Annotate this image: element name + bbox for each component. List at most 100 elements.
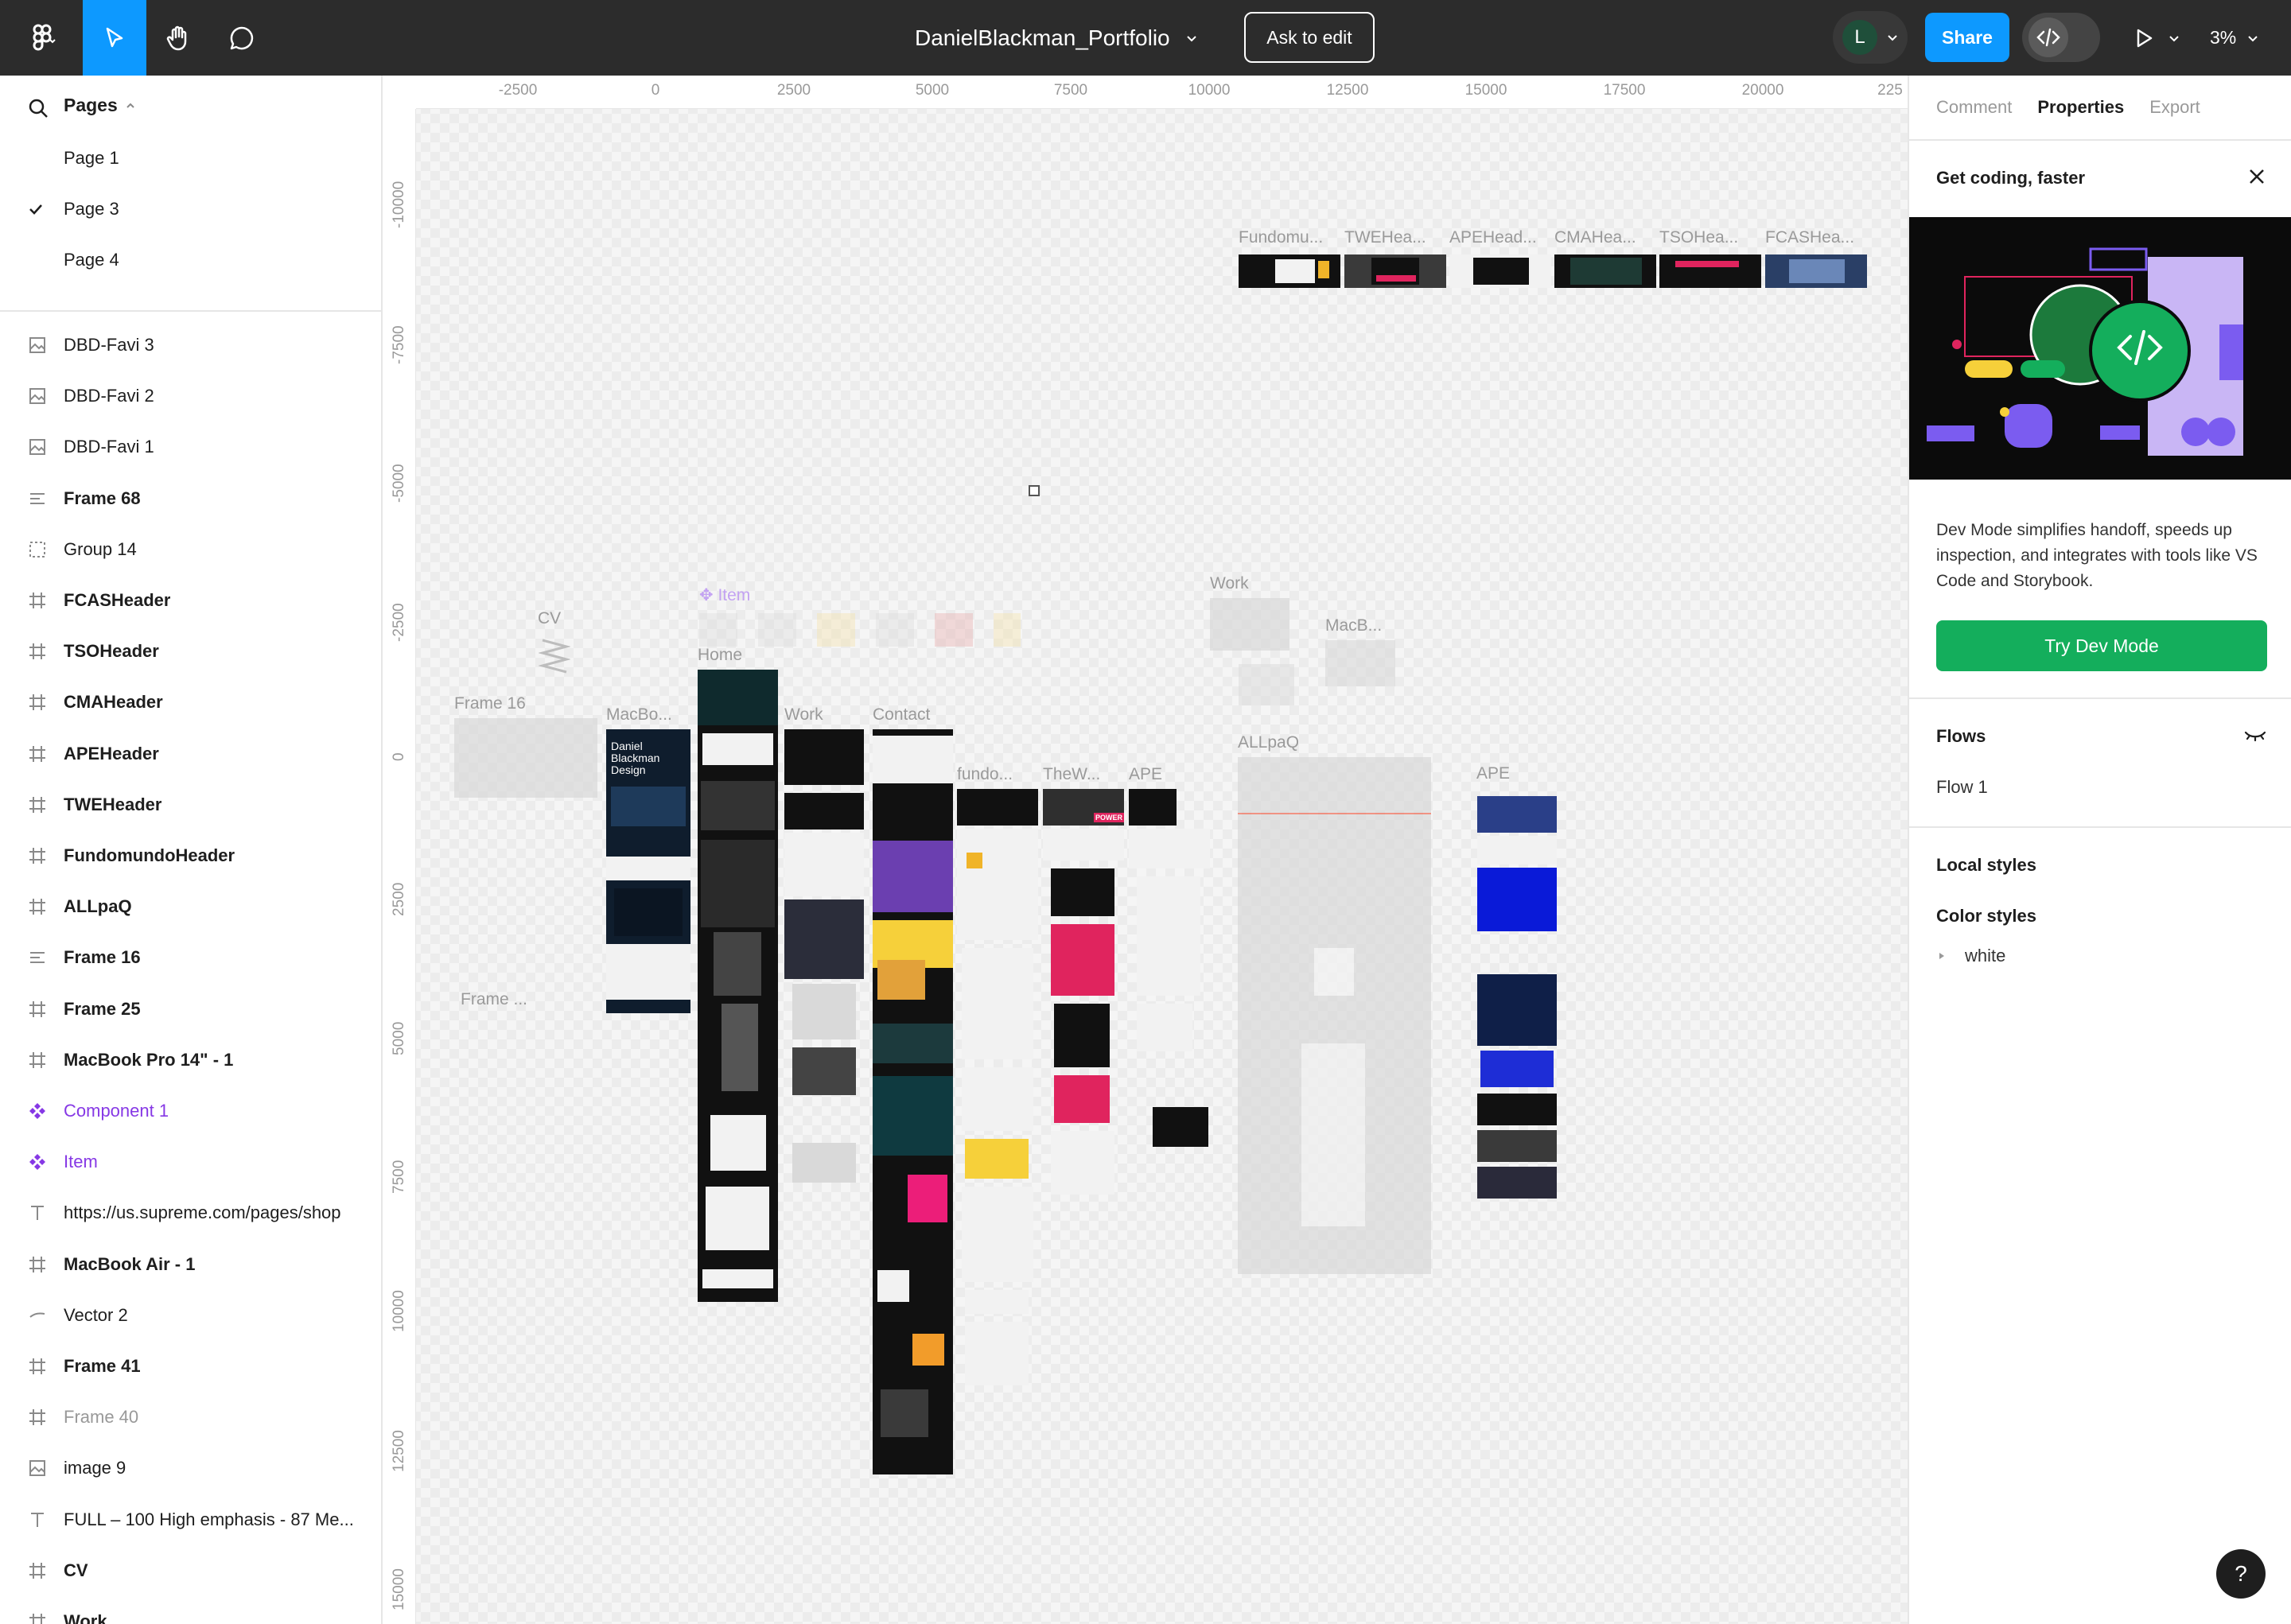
fundo-frame[interactable] xyxy=(957,789,1038,1393)
layer-item[interactable]: FCASHeader xyxy=(0,575,381,626)
frame-label[interactable]: APE xyxy=(1129,765,1162,784)
eye-closed-icon[interactable] xyxy=(2243,726,2267,745)
frame-label[interactable]: Work xyxy=(1210,574,1249,593)
frame-label[interactable]: CV xyxy=(538,609,561,628)
help-button[interactable]: ? xyxy=(2216,1549,2266,1599)
move-tool-button[interactable] xyxy=(83,0,146,76)
layer-item[interactable]: Frame 40 xyxy=(0,1392,381,1443)
small-frame[interactable] xyxy=(1239,664,1294,705)
layer-item[interactable]: DBD-Favi 1 xyxy=(0,422,381,472)
layer-item[interactable]: Frame 41 xyxy=(0,1341,381,1392)
macbook-frame[interactable]: Daniel Blackman Design xyxy=(606,729,690,1013)
thew-frame[interactable]: POWER xyxy=(1043,789,1124,1202)
layer-item[interactable]: DBD-Favi 2 xyxy=(0,371,381,422)
close-icon[interactable] xyxy=(2245,165,2269,188)
tab-export[interactable]: Export xyxy=(2149,97,2200,118)
frame-icon xyxy=(27,1407,48,1428)
tab-comment[interactable]: Comment xyxy=(1936,97,2012,118)
frame-label[interactable]: TSOHea... xyxy=(1659,228,1738,247)
frame-label[interactable]: fundo... xyxy=(957,765,1013,784)
layer-item[interactable]: MacBook Air - 1 xyxy=(0,1239,381,1290)
frame-label[interactable]: MacB... xyxy=(1325,616,1382,635)
cma-header-frame[interactable] xyxy=(1554,254,1656,288)
home-frame[interactable] xyxy=(698,670,778,1302)
ape1-frame[interactable] xyxy=(1129,789,1210,1147)
page-item[interactable]: Page 4 xyxy=(0,235,381,286)
layer-label: Item xyxy=(64,1152,98,1172)
frame-label[interactable]: ALLpaQ xyxy=(1238,733,1299,752)
frame-label[interactable]: TWEHea... xyxy=(1344,228,1426,247)
page-item[interactable]: Page 1 xyxy=(0,133,381,184)
ask-to-edit-button[interactable]: Ask to edit xyxy=(1244,12,1375,63)
frame-label[interactable]: Frame ... xyxy=(461,990,527,1009)
try-dev-mode-button[interactable]: Try Dev Mode xyxy=(1936,620,2267,671)
layer-item[interactable]: https://us.supreme.com/pages/shop xyxy=(0,1187,381,1238)
layer-item[interactable]: Vector 2 xyxy=(0,1290,381,1341)
flow-item[interactable]: Flow 1 xyxy=(1936,777,1988,798)
frame-label[interactable]: CMAHea... xyxy=(1554,228,1636,247)
pages-title: Pages xyxy=(64,95,118,115)
pages-toggle[interactable]: Pages xyxy=(64,95,137,116)
layer-item[interactable]: TSOHeader xyxy=(0,626,381,677)
frame-label[interactable]: Work xyxy=(784,705,823,725)
layer-item[interactable]: Item xyxy=(0,1136,381,1187)
search-icon[interactable] xyxy=(27,97,49,119)
zoom-menu[interactable]: 3% xyxy=(2210,0,2260,76)
frame-label[interactable]: MacBo... xyxy=(606,705,672,725)
layer-item[interactable]: MacBook Pro 14" - 1 xyxy=(0,1035,381,1086)
layer-item[interactable]: CV xyxy=(0,1545,381,1596)
fcas-header-frame[interactable] xyxy=(1765,254,1867,288)
frame-16-frame[interactable] xyxy=(454,718,597,798)
layer-item[interactable]: Frame 25 xyxy=(0,984,381,1035)
layer-item[interactable]: CMAHeader xyxy=(0,677,381,728)
layer-item[interactable]: Frame 16 xyxy=(0,932,381,983)
layer-item[interactable]: FundomundoHeader xyxy=(0,830,381,881)
layer-item[interactable]: TWEHeader xyxy=(0,779,381,830)
layer-item[interactable]: FULL – 100 High emphasis - 87 Me... xyxy=(0,1494,381,1545)
figma-main-menu-button[interactable] xyxy=(14,0,70,76)
color-style-item[interactable]: white xyxy=(1936,946,2005,966)
item-component-frame[interactable] xyxy=(699,608,1021,651)
canvas[interactable]: Fundomu... TWEHea... APEHead... CMAHea..… xyxy=(383,76,1908,1624)
allpaq-frame[interactable] xyxy=(1238,757,1431,1274)
layer-item[interactable]: APEHeader xyxy=(0,728,381,779)
selection-handle[interactable] xyxy=(1029,485,1040,496)
work-top-frame[interactable] xyxy=(1210,598,1289,651)
twe-header-frame[interactable] xyxy=(1344,254,1446,288)
frame-label[interactable]: APE xyxy=(1476,764,1510,783)
fundomundo-header-frame[interactable] xyxy=(1239,254,1340,288)
macb-top-frame[interactable] xyxy=(1325,640,1395,686)
frame-label[interactable]: Fundomu... xyxy=(1239,228,1323,247)
share-button[interactable]: Share xyxy=(1925,13,2009,62)
dev-mode-toggle[interactable] xyxy=(2022,13,2100,62)
item-component-label[interactable]: ✥ Item xyxy=(699,585,750,605)
ape2-frame[interactable] xyxy=(1477,796,1557,1200)
frame-label[interactable]: Contact xyxy=(873,705,930,725)
layer-item[interactable]: Frame 68 xyxy=(0,473,381,524)
frame-label[interactable]: APEHead... xyxy=(1449,228,1537,247)
frame-label[interactable]: FCASHea... xyxy=(1765,228,1854,247)
hand-tool-button[interactable] xyxy=(146,0,210,76)
layer-label: DBD-Favi 1 xyxy=(64,437,154,457)
user-avatar-menu[interactable]: L xyxy=(1833,11,1908,64)
layer-item[interactable]: Group 14 xyxy=(0,524,381,575)
ruler-tick: 10000 xyxy=(1188,82,1231,99)
tab-properties[interactable]: Properties xyxy=(2037,97,2124,118)
document-title-menu[interactable]: DanielBlackman_Portfolio xyxy=(915,0,1199,76)
tso-header-frame[interactable] xyxy=(1659,254,1761,288)
contact-frame[interactable] xyxy=(873,729,953,1474)
frame-label[interactable]: TheW... xyxy=(1043,765,1100,784)
frame-label[interactable]: Home xyxy=(698,646,742,665)
layer-item[interactable]: Work xyxy=(0,1596,381,1624)
cv-vector[interactable] xyxy=(538,634,571,680)
ape-header-frame[interactable] xyxy=(1449,254,1551,288)
page-item-selected[interactable]: Page 3 xyxy=(0,184,381,235)
present-button[interactable] xyxy=(2132,0,2181,76)
layer-item[interactable]: DBD-Favi 3 xyxy=(0,320,381,371)
layer-item[interactable]: Component 1 xyxy=(0,1086,381,1136)
layer-item[interactable]: image 9 xyxy=(0,1443,381,1494)
frame-label[interactable]: Frame 16 xyxy=(454,694,526,713)
work-frame[interactable] xyxy=(784,729,864,1191)
comment-tool-button[interactable] xyxy=(210,0,274,76)
layer-item[interactable]: ALLpaQ xyxy=(0,881,381,932)
